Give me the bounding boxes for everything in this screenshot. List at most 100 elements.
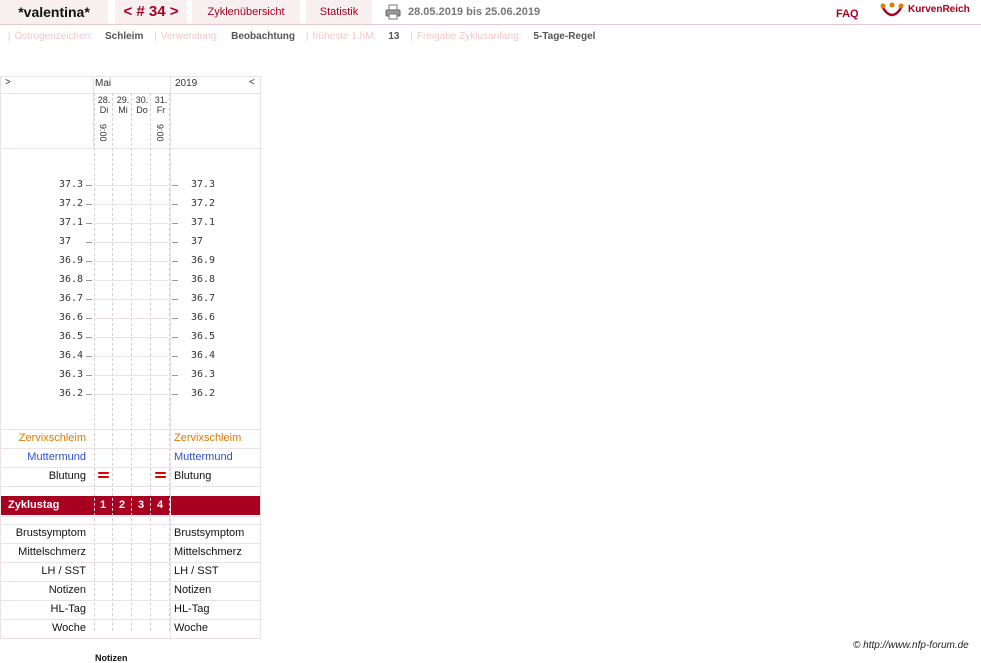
temp-tick-left: 36.9 [59, 255, 84, 266]
temp-gridline [94, 356, 168, 357]
row-divider [0, 543, 261, 544]
row-label-left: HL-Tag [50, 603, 86, 615]
temp-tick-mark [86, 318, 92, 319]
temp-gridline [94, 261, 168, 262]
time-label: 9:00 [155, 124, 165, 142]
row-divider [0, 467, 261, 468]
temp-tick-mark [86, 337, 92, 338]
cycle-day-number: 4 [156, 499, 164, 511]
temp-tick-mark [172, 185, 178, 186]
release-label: Freigabe Zyklusanfang: [416, 31, 522, 42]
day-column-line [94, 93, 95, 631]
day-header: 31. [154, 95, 168, 105]
tab-cycle-overview[interactable]: Zyklenübersicht [192, 0, 300, 24]
bleeding-marker [155, 472, 166, 478]
chart-border-top [0, 76, 261, 77]
temp-tick-right: 36.5 [191, 331, 216, 342]
temp-tick-mark [172, 280, 178, 281]
temp-tick-mark [172, 223, 178, 224]
temp-tick-right: 36.4 [191, 350, 216, 361]
weekday-label: Do [136, 105, 148, 115]
day-column-line [112, 93, 113, 631]
cycle-chart: > Mai 2019 < Zyklustag 28. Di 9:00 1 29. Mi 2 3… [0, 76, 261, 639]
cycle-day-number: 3 [137, 499, 145, 511]
nav-next-button[interactable]: < [249, 77, 255, 88]
row-label-right: LH / SST [174, 565, 219, 577]
separator: | [8, 31, 11, 42]
chart-border-bottom [0, 638, 261, 639]
row-divider [0, 600, 261, 601]
temp-tick-right: 36.7 [191, 293, 216, 304]
time-label: 9:00 [98, 124, 108, 142]
temp-gridline [94, 318, 168, 319]
temp-tick-mark [86, 185, 92, 186]
temp-tick-mark [172, 337, 178, 338]
cycle-day-label: Zyklustag [8, 499, 60, 511]
temp-gridline [94, 394, 168, 395]
row-label-right: Notizen [174, 584, 212, 596]
day-header: 30. [135, 95, 149, 105]
temp-tick-left: 36.8 [59, 274, 84, 285]
row-label-left: Woche [51, 622, 86, 634]
printer-icon[interactable] [385, 4, 401, 20]
temp-tick-right: 36.2 [191, 388, 216, 399]
temp-tick-left: 37.1 [59, 217, 84, 228]
row-divider [0, 562, 261, 563]
temp-tick-right: 36.6 [191, 312, 216, 323]
temp-tick-mark [86, 299, 92, 300]
temp-tick-mark [172, 242, 178, 243]
temp-tick-right: 36.8 [191, 274, 216, 285]
cycle-navigator[interactable]: < # 34 > [115, 0, 187, 24]
row-divider [0, 429, 261, 430]
user-name: *valentina* [0, 0, 108, 24]
chart-border-right [260, 76, 261, 639]
temp-tick-left: 37 [59, 236, 72, 247]
temp-gridline [94, 242, 168, 243]
temp-gridline [94, 337, 168, 338]
temp-gridline [94, 375, 168, 376]
row-label-left: Notizen [48, 584, 86, 596]
estrogen-label: Östrogenzeichen: [14, 31, 93, 42]
row-label-right: Mittelschmerz [174, 546, 242, 558]
temp-tick-right: 37.1 [191, 217, 216, 228]
faq-link[interactable]: FAQ [836, 4, 859, 24]
temp-tick-right: 37.2 [191, 198, 216, 209]
temp-tick-right: 37.3 [191, 179, 216, 190]
temp-tick-right: 36.9 [191, 255, 216, 266]
kurvenreich-logo[interactable]: KurvenReich [880, 2, 980, 22]
separator: | [410, 31, 413, 42]
nav-prev-button[interactable]: > [5, 77, 11, 88]
temp-gridline [94, 185, 168, 186]
temp-tick-mark [86, 280, 92, 281]
row-label-left: LH / SST [41, 565, 86, 577]
row-label-right: Woche [174, 622, 209, 634]
row-label-left: Muttermund [27, 451, 86, 463]
row-label-right: Zervixschleim [174, 432, 242, 444]
separator: | [305, 31, 309, 42]
date-range: 28.05.2019 bis 25.06.2019 [408, 6, 541, 18]
day-header: 28. [97, 95, 111, 105]
temp-tick-mark [172, 356, 178, 357]
estrogen-value: Schleim [105, 31, 144, 42]
year-label: 2019 [175, 78, 198, 89]
temp-tick-mark [172, 299, 178, 300]
temp-tick-mark [86, 261, 92, 262]
first-hm-label: früheste 1.hM: [312, 31, 377, 42]
temp-tick-mark [172, 261, 178, 262]
cycle-info-bar: | Östrogenzeichen: Schleim | Verwendung: Beo… [4, 30, 599, 44]
row-label-right: Blutung [174, 470, 212, 482]
row-divider [0, 581, 261, 582]
temp-tick-right: 37 [191, 236, 204, 247]
temp-tick-mark [86, 204, 92, 205]
notes-heading: Notizen [95, 653, 128, 663]
temp-tick-mark [86, 394, 92, 395]
day-header: 29. [116, 95, 130, 105]
temp-tick-left: 36.7 [59, 293, 84, 304]
day-column-line [169, 93, 170, 631]
temp-tick-left: 36.5 [59, 331, 84, 342]
release-value: 5-Tage-Regel [533, 31, 596, 42]
tab-statistics[interactable]: Statistik [306, 0, 372, 24]
weekday-label: Fr [156, 105, 166, 115]
temp-tick-left: 36.6 [59, 312, 84, 323]
row-label-right: Brustsymptom [174, 527, 245, 539]
